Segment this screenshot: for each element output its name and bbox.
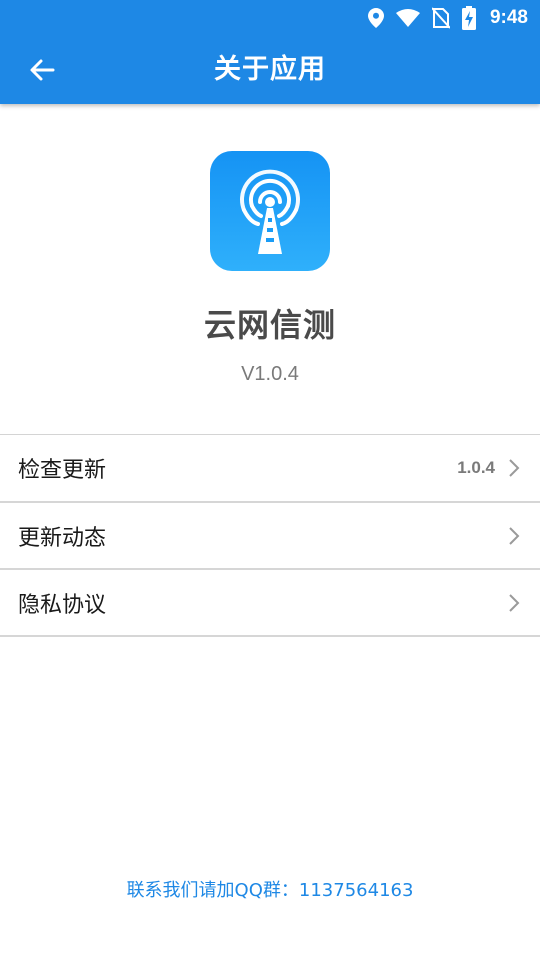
no-sim-icon xyxy=(431,7,450,29)
menu-item-label: 更新动态 xyxy=(18,525,107,551)
status-time: 9:48 xyxy=(489,7,528,28)
update-log-item[interactable]: 更新动态 xyxy=(0,503,540,570)
signal-tower-icon xyxy=(240,169,300,254)
wifi-icon xyxy=(395,9,420,27)
location-icon xyxy=(367,8,384,28)
app-bar: 9:48 关于应用 xyxy=(0,0,540,104)
privacy-policy-item[interactable]: 隐私协议 xyxy=(0,570,540,637)
app-name: 云网信测 xyxy=(203,306,336,344)
chevron-right-icon xyxy=(508,458,520,478)
back-button[interactable] xyxy=(22,54,62,86)
battery-charging-icon xyxy=(461,6,476,30)
chevron-right-icon xyxy=(508,593,520,613)
arrow-left-icon xyxy=(30,59,55,81)
current-version-value: 1.0.4 xyxy=(457,458,495,477)
app-logo xyxy=(210,151,330,271)
app-version: V1.0.4 xyxy=(241,363,299,385)
toolbar: 关于应用 xyxy=(0,36,540,104)
page-title: 关于应用 xyxy=(214,54,326,85)
menu-item-label: 隐私协议 xyxy=(18,592,107,618)
chevron-right-icon xyxy=(508,526,520,546)
contact-qq-group[interactable]: 联系我们请加QQ群：1137564163 xyxy=(0,876,540,902)
settings-menu: 检查更新 1.0.4 更新动态 隐私协议 xyxy=(0,434,540,637)
status-bar: 9:48 xyxy=(0,0,540,36)
check-update-item[interactable]: 检查更新 1.0.4 xyxy=(0,435,540,503)
menu-item-label: 检查更新 xyxy=(18,458,107,483)
